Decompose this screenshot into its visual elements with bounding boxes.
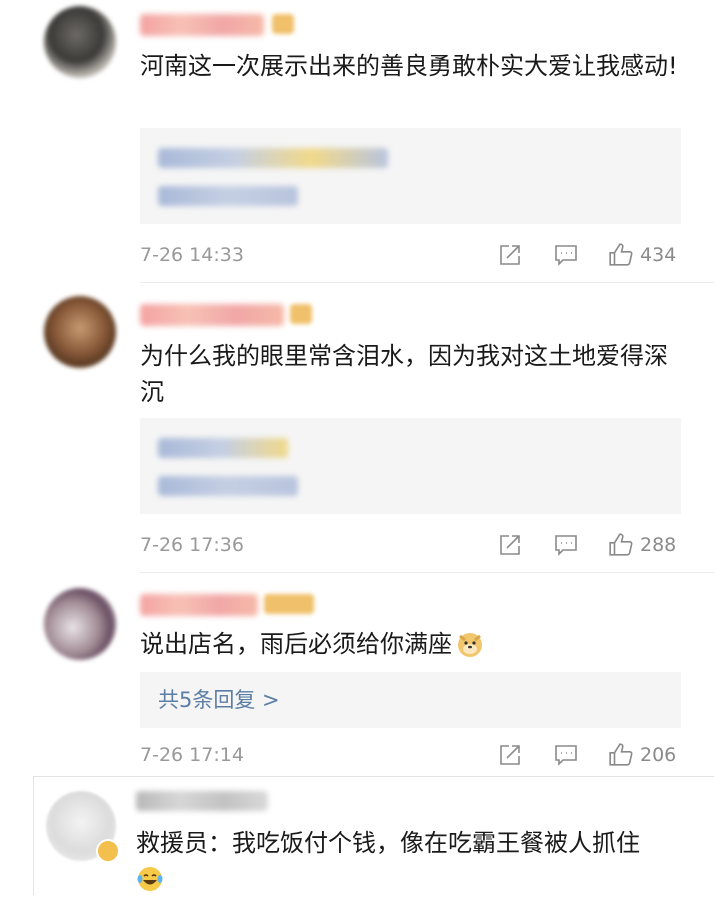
avatar[interactable] [44,296,116,368]
username-blurred[interactable] [140,304,284,326]
comment-date: 7-26 17:14 [140,744,244,766]
view-replies-link[interactable]: 共5条回复 > [158,672,280,728]
thumbs-up-icon [609,533,633,556]
thumbs-up-icon [609,243,633,266]
highlighted-comment: 救援员：我吃饭付个钱，像在吃霸王餐被人抓住 [33,776,714,895]
user-badge [290,304,312,324]
share-button[interactable] [498,530,522,560]
verified-badge [96,839,120,863]
comment-item: 河南这一次展示出来的善良勇敢朴实大爱让我感动! 7-26 14:33 434 [0,0,714,280]
comment-date: 7-26 14:33 [140,244,244,266]
reply-preview-line [158,476,298,496]
comment-button[interactable] [554,740,578,770]
comment-icon [555,245,577,266]
like-button[interactable]: 288 [608,530,676,560]
thumbs-up-icon [609,743,633,766]
comment-text: 说出店名，雨后必须给你满座 [140,626,680,668]
comment-text: 河南这一次展示出来的善良勇敢朴实大爱让我感动! [140,52,678,80]
share-icon [500,245,520,265]
comment-meta: 7-26 17:14 206 [140,740,681,770]
like-count: 434 [640,244,677,266]
comment-text-content: 救援员：我吃饭付个钱，像在吃霸王餐被人抓住 [136,829,640,857]
avatar[interactable] [44,588,116,660]
divider [140,282,714,283]
laughing-tears-emoji-icon [136,865,164,903]
reply-preview-line [158,148,388,168]
share-icon [500,745,520,765]
username-blurred[interactable] [140,14,264,36]
comment-date: 7-26 17:36 [140,534,244,556]
comment-text: 为什么我的眼里常含泪水，因为我对这土地爱得深沉 [140,342,668,406]
comment-icon [555,535,577,556]
comment-icon [555,745,577,766]
comment-meta: 7-26 14:33 434 [140,240,681,270]
like-count: 206 [640,744,677,766]
reply-preview-line [158,186,298,206]
avatar[interactable] [44,6,116,78]
reply-preview-line [158,438,288,458]
share-icon [500,535,520,555]
reply-preview-box[interactable] [140,418,681,514]
username-blurred[interactable] [140,594,258,616]
comment-text-content: 说出店名，雨后必须给你满座 [140,630,452,658]
username-blurred[interactable] [136,791,268,811]
share-button[interactable] [498,240,522,270]
comment-button[interactable] [554,530,578,560]
comment-item: 为什么我的眼里常含泪水，因为我对这土地爱得深沉 7-26 17:36 288 [0,290,714,570]
reply-preview-box[interactable] [140,128,681,224]
user-badge [264,594,314,614]
like-count: 288 [640,534,677,556]
like-button[interactable]: 434 [608,240,676,270]
replies-box[interactable]: 共5条回复 > [140,672,681,728]
share-button[interactable] [498,740,522,770]
doge-emoji-icon [456,630,484,668]
like-button[interactable]: 206 [608,740,676,770]
divider [140,572,714,573]
comment-button[interactable] [554,240,578,270]
comment-text: 救援员：我吃饭付个钱，像在吃霸王餐被人抓住 [136,825,696,903]
comment-meta: 7-26 17:36 288 [140,530,681,560]
user-badge [272,14,294,34]
comment-item: 说出店名，雨后必须给你满座 共5条回复 > 7-26 17:14 206 [0,580,714,776]
